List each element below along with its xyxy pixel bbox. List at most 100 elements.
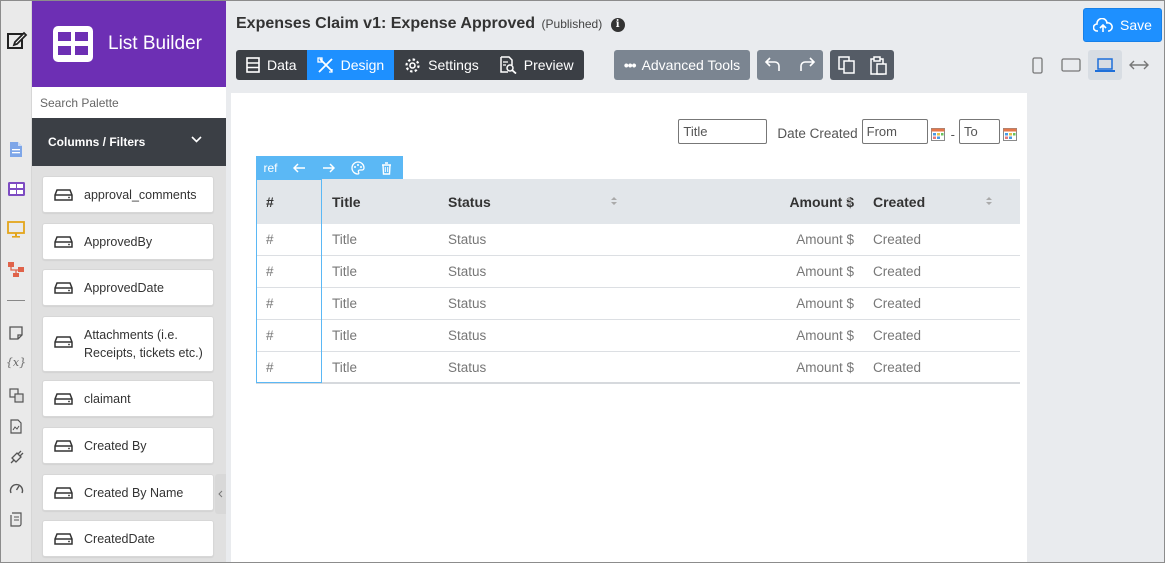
save-button[interactable]: Save [1083,8,1162,42]
table-cell: Created [873,232,922,247]
palette-item[interactable]: Attachments (i.e. Receipts, tickets etc.… [42,316,214,372]
title-filter-input[interactable] [678,118,768,144]
advanced-tools-label: Advanced Tools [641,57,741,73]
palette-item[interactable]: claimant [42,380,214,417]
page-title: Expenses Claim v1: Expense Approved (Pub… [236,15,625,33]
palette-item[interactable]: approval_comments [42,176,214,213]
table-cell: Title [332,264,358,279]
variables-icon[interactable]: {x} [6,352,26,372]
laptop-view-button[interactable] [1088,50,1122,80]
header-cell-number[interactable]: # [266,179,274,224]
icon-rail: {x} [1,1,32,562]
delete-column-button[interactable] [372,156,401,180]
sort-icon[interactable] [610,196,618,206]
cloud-upload-icon [1093,17,1113,32]
ref-button[interactable]: ref [256,156,285,180]
field-icon [54,486,73,499]
table-cell: # [266,328,274,343]
table-cell: # [266,232,274,247]
laptop-icon [1095,57,1115,72]
edit-icon[interactable] [5,28,29,52]
tab-settings[interactable]: Settings [394,50,489,80]
collapse-palette-handle[interactable] [215,474,226,514]
table-cell: Created [873,264,922,279]
list-icon[interactable] [6,179,26,199]
dashboard-icon[interactable] [6,478,26,498]
palette-item-label: ApprovedBy [84,234,153,249]
full-width-button[interactable] [1122,50,1156,80]
from-date-input[interactable] [861,118,928,144]
page-title-text: Expenses Claim v1: Expense Approved [236,15,536,32]
palette-item-label: approval_comments [84,187,197,202]
tab-preview[interactable]: Preview [489,50,584,80]
sort-icon[interactable] [845,196,853,206]
script-icon[interactable] [6,509,26,529]
redo-icon[interactable] [797,57,817,73]
workflow-icon[interactable] [6,259,26,279]
document-icon[interactable] [6,139,26,159]
design-canvas: Date Created - ref [231,93,1027,562]
tablet-icon [1061,58,1081,72]
copy-icon[interactable] [837,56,856,74]
tab-design[interactable]: Design [306,50,395,80]
arrow-left-icon [293,163,305,173]
table-cell: Title [332,232,358,247]
calendar-icon[interactable] [1003,127,1017,141]
palette-item[interactable]: ApprovedDate [42,269,214,306]
undo-icon[interactable] [763,57,783,73]
palette-item[interactable]: CreatedDate [42,520,214,557]
search-palette-input[interactable] [32,87,226,118]
calendar-icon[interactable] [930,127,945,141]
style-button[interactable] [343,156,372,180]
main-area: Expenses Claim v1: Expense Approved (Pub… [226,1,1164,562]
palette-panel: List Builder Columns / Filters approval_… [32,1,226,562]
brand-title: List Builder [108,33,202,54]
image-file-icon[interactable] [6,416,26,436]
field-icon [54,235,73,248]
palette-item[interactable]: ApprovedBy [42,223,214,260]
to-date-input[interactable] [959,118,1000,144]
palette-item[interactable]: Created By Name [42,474,214,511]
info-icon[interactable]: i [610,18,625,32]
device-preview-group [1020,50,1156,80]
paste-icon[interactable] [869,55,887,75]
tab-data[interactable]: Data [236,50,307,80]
header-cell-status[interactable]: Status [448,179,491,224]
palette-item[interactable]: Created By [42,427,214,464]
advanced-tools-button[interactable]: ••• Advanced Tools [614,50,750,80]
table-cell: Status [448,328,487,343]
app-window: {x} List Builder Column [0,0,1165,563]
header-cell-title[interactable]: Title [332,179,361,224]
mode-tabs: Data Design Settings Preview [236,50,584,80]
table-cell: Amount $ [796,296,854,311]
field-icon [54,188,73,201]
table-cell: Amount $ [796,359,854,375]
table-cell: # [266,359,274,375]
rail-divider [7,300,25,301]
preview-icon [500,56,517,74]
table-cell: Title [332,296,358,311]
monitor-icon[interactable] [6,219,26,239]
table-cell: Status [448,359,487,375]
translate-icon[interactable] [6,385,26,405]
note-icon[interactable] [6,323,26,343]
list-builder-logo [53,26,93,62]
palette-item-label: ApprovedDate [84,280,164,295]
phone-icon [1031,56,1043,74]
move-right-button[interactable] [314,156,343,180]
tablet-view-button[interactable] [1054,50,1088,80]
table-row: # Title Status Amount $ Created [256,224,1020,256]
columns-filters-header[interactable]: Columns / Filters [32,118,226,166]
mobile-view-button[interactable] [1020,50,1054,80]
move-left-button[interactable] [285,156,314,180]
field-icon [54,532,73,545]
tab-label: Preview [523,57,574,73]
palette-items: approval_comments ApprovedBy ApprovedDat… [32,166,226,562]
table-cell: Amount $ [796,232,854,247]
header-cell-created[interactable]: Created [873,179,925,224]
arrows-horizontal-icon [1129,60,1149,70]
sort-icon[interactable] [985,196,993,206]
tab-label: Data [267,57,297,73]
plug-icon[interactable] [6,447,26,467]
table-cell: Status [448,264,487,279]
